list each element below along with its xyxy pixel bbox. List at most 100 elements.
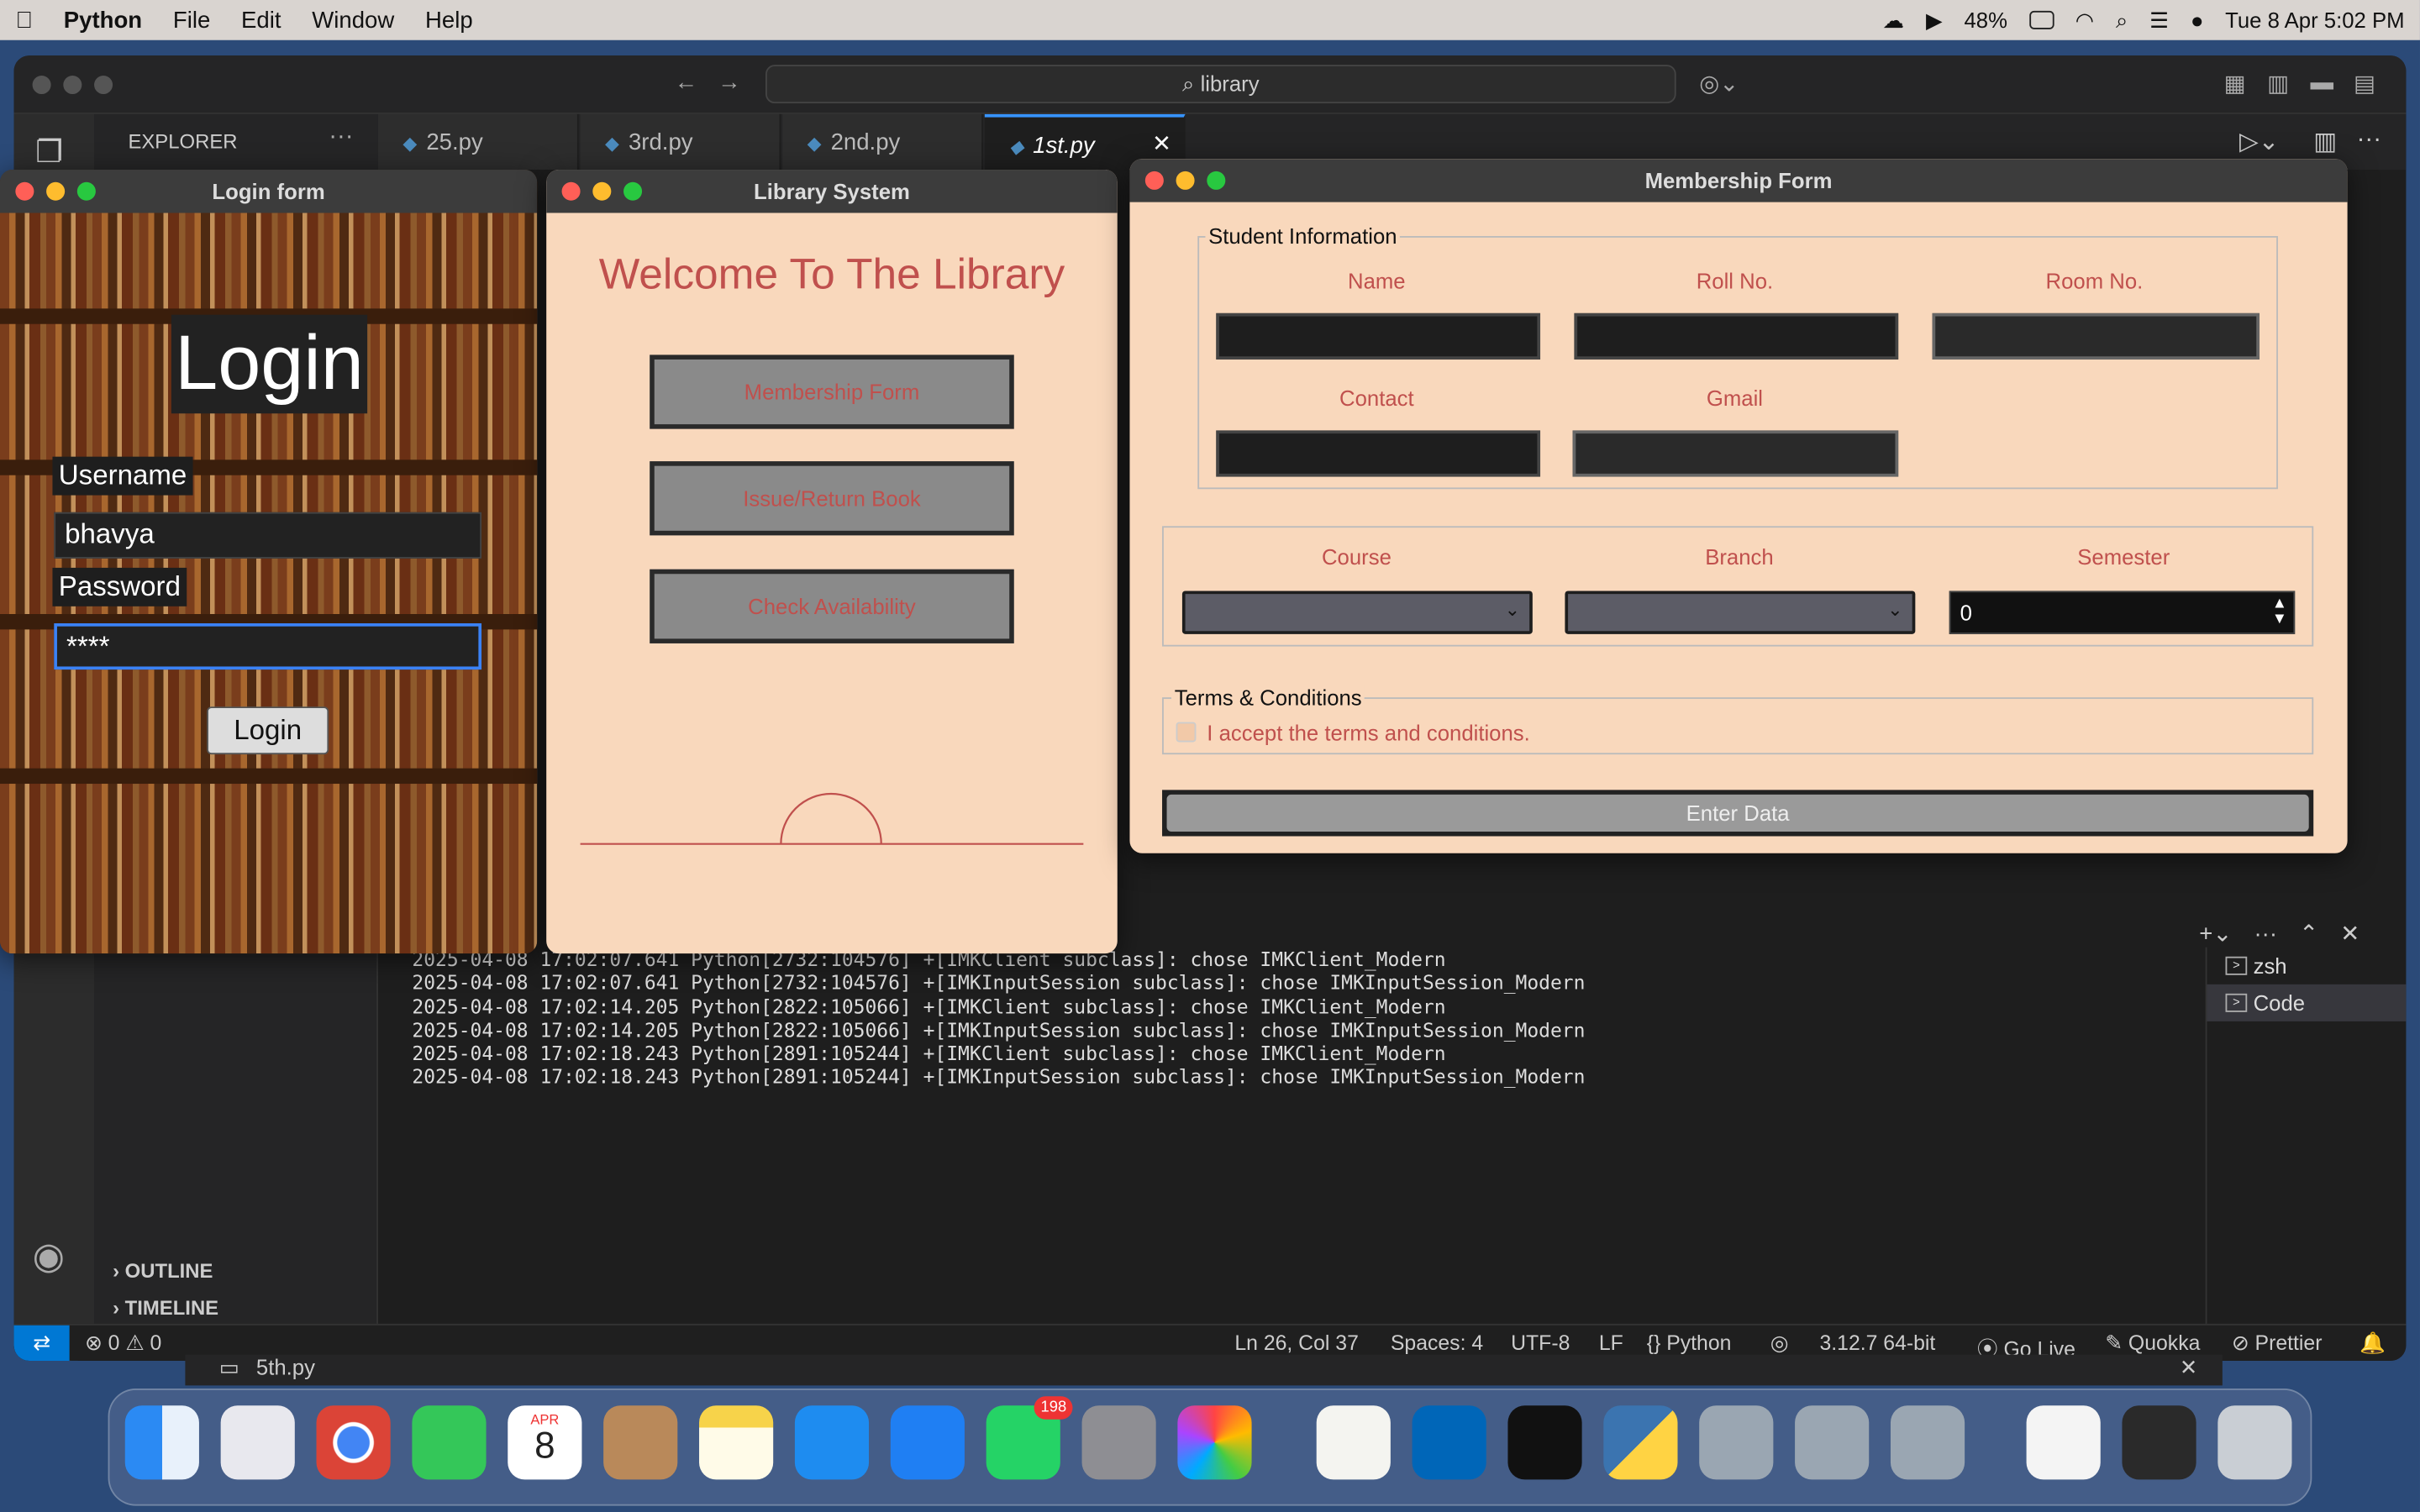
minimize-window-button[interactable] [1176, 171, 1195, 190]
course-dropdown[interactable]: ⌄ [1181, 591, 1533, 634]
tab-3rd-py[interactable]: ◆ 3rd.py [580, 113, 781, 171]
minimize-window-button[interactable] [46, 181, 66, 201]
downloads-stack-icon[interactable] [2026, 1405, 2101, 1480]
calendar-icon[interactable]: APR 8 [508, 1405, 582, 1480]
python-interpreter[interactable]: 3.12.7 64-bit [1819, 1331, 1935, 1355]
terminal-item-zsh[interactable]: > zsh [2207, 948, 2406, 984]
control-center-icon[interactable]: ☰ [2149, 7, 2169, 33]
minimize-window-button[interactable] [592, 181, 612, 201]
outline-section[interactable]: › OUTLINE [113, 1259, 213, 1283]
branch-dropdown[interactable]: ⌄ [1565, 591, 1916, 634]
github-icon[interactable] [1507, 1405, 1582, 1480]
layout-icon[interactable]: ▦ [2224, 70, 2246, 97]
explorer-files-icon[interactable]: ❐ [35, 133, 63, 171]
terminal-item-code[interactable]: > Code [2207, 984, 2407, 1021]
tab-25-py[interactable]: ◆ 25.py [377, 113, 579, 171]
vscode-icon[interactable] [1412, 1405, 1486, 1480]
terms-checkbox[interactable] [1176, 722, 1197, 743]
notifications-bell-icon[interactable]: 🔔 [2360, 1331, 2386, 1356]
chrome-icon[interactable] [316, 1405, 391, 1480]
run-icon[interactable]: ▷⌄ [2239, 127, 2279, 158]
room-field[interactable] [1932, 312, 2260, 360]
python-rocket-icon[interactable] [1795, 1405, 1870, 1480]
maximize-window-button[interactable] [623, 181, 643, 201]
keynote-icon[interactable] [794, 1405, 870, 1480]
stepper-arrows-icon[interactable]: ▲ ▼ [2272, 596, 2287, 628]
check-availability-button[interactable]: Check Availability [650, 569, 1014, 643]
issue-return-book-button[interactable]: Issue/Return Book [650, 461, 1014, 536]
clock[interactable]: Tue 8 Apr 5:02 PM [2225, 8, 2404, 32]
encoding[interactable]: UTF-8 [1511, 1331, 1570, 1355]
python-launcher-icon[interactable] [1603, 1405, 1678, 1480]
battery-icon[interactable] [2028, 10, 2054, 29]
terminal-output[interactable]: 2025-04-08 17:02:07.641 Python[2732:1045… [412, 948, 1585, 1089]
maximize-panel-icon[interactable]: ⌃ [2299, 921, 2318, 948]
spotlight-search-icon[interactable]: ⌕ [2116, 7, 2128, 33]
whatsapp-icon[interactable]: 198 [986, 1396, 1073, 1480]
new-terminal-icon[interactable]: +⌄ [2199, 921, 2232, 948]
system-settings-icon[interactable] [1081, 1405, 1156, 1480]
gmail-field[interactable] [1572, 430, 1899, 477]
tab-2nd-py[interactable]: ◆ 2nd.py [782, 113, 983, 171]
close-window-button[interactable] [1144, 171, 1164, 190]
back-arrow-icon[interactable]: ← [675, 70, 698, 96]
menu-help[interactable]: Help [410, 7, 488, 33]
prettier[interactable]: ⊘ Prettier [2232, 1331, 2323, 1356]
facetime-icon[interactable] [412, 1405, 487, 1480]
timeline-section[interactable]: › TIMELINE [113, 1296, 218, 1320]
username-field[interactable]: bhavya [54, 512, 482, 559]
maximize-window-button[interactable] [94, 75, 113, 95]
language-mode[interactable]: {} Python [1647, 1331, 1732, 1355]
notes-icon[interactable] [699, 1405, 774, 1480]
app-store-icon[interactable] [890, 1405, 965, 1480]
siri-icon[interactable]: ● [2191, 8, 2204, 32]
recent-apps-stack-icon[interactable] [2122, 1405, 2196, 1480]
close-window-button[interactable] [561, 181, 581, 201]
forward-arrow-icon[interactable]: → [718, 70, 741, 96]
cursor-position[interactable]: Ln 26, Col 37 [1234, 1331, 1359, 1355]
background-file-label[interactable]: 5th.py [256, 1355, 315, 1379]
terms-checkbox-label[interactable]: I accept the terms and conditions. [1207, 721, 1530, 745]
finder-icon[interactable] [124, 1405, 199, 1480]
close-panel-icon[interactable]: ✕ [2340, 921, 2360, 948]
menu-file[interactable]: File [158, 7, 226, 33]
maximize-window-button[interactable] [1207, 171, 1226, 190]
python-rocket-icon[interactable] [1699, 1405, 1774, 1480]
password-field[interactable]: **** [54, 623, 482, 670]
menu-window[interactable]: Window [297, 7, 410, 33]
maximize-window-button[interactable] [76, 181, 96, 201]
copilot-status-icon[interactable]: ◎ [1770, 1331, 1789, 1356]
toggle-sidebar-icon[interactable]: ▥ [2267, 70, 2289, 97]
python-rocket-icon[interactable] [1890, 1405, 1965, 1480]
login-button[interactable]: Login [207, 706, 329, 755]
wifi-icon[interactable]: ◠ [2075, 7, 2094, 33]
quokka[interactable]: ✎ Quokka [2105, 1331, 2200, 1356]
apple-icon[interactable]:  [0, 7, 48, 33]
more-actions-icon[interactable]: ··· [329, 123, 353, 151]
command-center-search[interactable]: ⌕ library [765, 65, 1676, 104]
editor-more-icon[interactable]: ··· [2357, 127, 2381, 155]
split-editor-icon[interactable]: ▥ [2313, 127, 2337, 158]
terminal-more-icon[interactable]: ··· [2254, 921, 2278, 948]
toggle-secondary-sidebar-icon[interactable]: ▤ [2354, 70, 2375, 97]
problems-status[interactable]: ⊗ 0 ⚠ 0 [85, 1331, 161, 1356]
contacts-icon[interactable] [603, 1405, 678, 1480]
textedit-icon[interactable] [1316, 1405, 1391, 1480]
menu-edit[interactable]: Edit [226, 7, 297, 33]
indentation[interactable]: Spaces: 4 [1391, 1331, 1483, 1355]
trash-icon[interactable] [2217, 1405, 2292, 1480]
toggle-panel-icon[interactable]: ▬ [2311, 70, 2334, 96]
line-ending[interactable]: LF [1599, 1331, 1623, 1355]
minimize-window-button[interactable] [63, 75, 82, 95]
close-window-button[interactable] [15, 181, 34, 201]
remote-icon[interactable]: ⇄ [13, 1325, 70, 1361]
membership-form-button[interactable]: Membership Form [650, 354, 1014, 429]
cloud-icon[interactable]: ☁ [1883, 7, 1905, 33]
photos-icon[interactable] [1177, 1405, 1252, 1480]
background-close-icon[interactable]: ✕ [2180, 1355, 2198, 1381]
name-field[interactable] [1216, 312, 1541, 360]
contact-field[interactable] [1216, 430, 1541, 477]
semester-spinbox[interactable]: 0 ▲ ▼ [1949, 591, 2296, 634]
play-icon[interactable]: ▶ [1926, 7, 1943, 33]
enter-data-button[interactable]: Enter Data [1166, 794, 2309, 832]
